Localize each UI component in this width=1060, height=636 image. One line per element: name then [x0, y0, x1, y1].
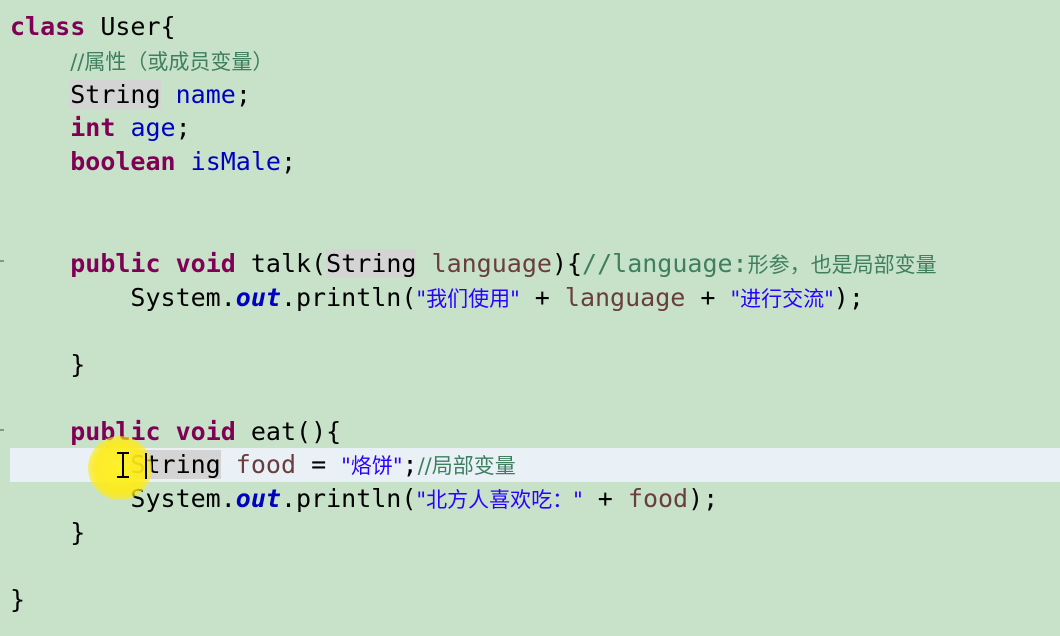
method-open-brace: ){ [551, 249, 583, 278]
operator-plus: + [519, 283, 565, 312]
static-field-out: out [235, 484, 281, 513]
semicolon: ; [402, 450, 418, 479]
close-brace: } [10, 585, 26, 614]
ibeam-cursor-icon [117, 452, 129, 478]
keyword-class: class [10, 12, 86, 41]
keyword-void: void [175, 417, 236, 446]
class-name: User{ [85, 12, 176, 41]
close-brace: } [70, 518, 86, 547]
comment-text: 形参，也是局部变量 [747, 253, 937, 277]
operator-plus: + [685, 283, 731, 312]
string-literal: "烙饼" [341, 454, 403, 478]
code-line-local-food[interactable]: String food = "烙饼";//局部变量 [10, 448, 516, 482]
semicolon: ; [175, 113, 191, 142]
text-caret [145, 453, 147, 479]
system-class: System. [130, 484, 236, 513]
statement-end: ); [688, 484, 719, 513]
param-language: language [431, 249, 552, 278]
code-line-println-talk[interactable]: System.out.println("我们使用" + language + "… [10, 281, 864, 315]
gutter-marker [0, 429, 4, 431]
type-string: String [326, 249, 417, 278]
string-literal: "我们使用" [416, 287, 520, 311]
field-ismale: isMale [190, 147, 281, 176]
type-string: String [70, 80, 161, 109]
close-brace: } [70, 350, 86, 379]
code-line-class-declaration[interactable]: class User{ [10, 10, 176, 44]
statement-end: ); [833, 283, 864, 312]
semicolon: ; [235, 80, 251, 109]
keyword-int: int [70, 113, 116, 142]
var-food: food [627, 484, 689, 513]
keyword-void: void [175, 249, 236, 278]
var-language: language [564, 283, 686, 312]
method-eat: eat(){ [250, 417, 342, 446]
println-call: .println( [280, 484, 417, 513]
var-food: food [235, 450, 297, 479]
method-talk: talk( [250, 249, 327, 278]
comment-text: //属性（或成员变量） [70, 50, 274, 74]
system-class: System. [130, 283, 236, 312]
keyword-boolean: boolean [70, 147, 176, 176]
semicolon: ; [280, 147, 297, 176]
code-line-talk-method[interactable]: public void talk(String language){//lang… [10, 247, 937, 281]
operator-plus: + [582, 484, 628, 513]
gutter-marker [0, 260, 4, 262]
comment-text: //局部变量 [417, 454, 516, 478]
code-line-close-brace[interactable]: } [10, 348, 85, 382]
static-field-out: out [235, 283, 281, 312]
code-line-comment[interactable]: //属性（或成员变量） [10, 44, 273, 78]
code-editor[interactable]: class User{ //属性（或成员变量） String name; int… [0, 0, 1060, 636]
string-literal: "北方人喜欢吃：" [416, 488, 583, 512]
println-call: .println( [280, 283, 417, 312]
string-literal: "进行交流" [730, 287, 834, 311]
code-line-eat-method[interactable]: public void eat(){ [10, 415, 341, 449]
field-age: age [130, 113, 176, 142]
code-line-close-brace[interactable]: } [10, 516, 85, 550]
code-line-close-brace-class[interactable]: } [10, 583, 25, 617]
operator-assign: = [296, 450, 342, 479]
code-line-field-name[interactable]: String name; [10, 78, 251, 112]
code-line-field-ismale[interactable]: boolean isMale; [10, 145, 296, 179]
code-line-field-age[interactable]: int age; [10, 111, 191, 145]
field-name: name [175, 80, 236, 109]
keyword-public: public [70, 249, 161, 278]
comment-code: //language: [582, 249, 748, 278]
